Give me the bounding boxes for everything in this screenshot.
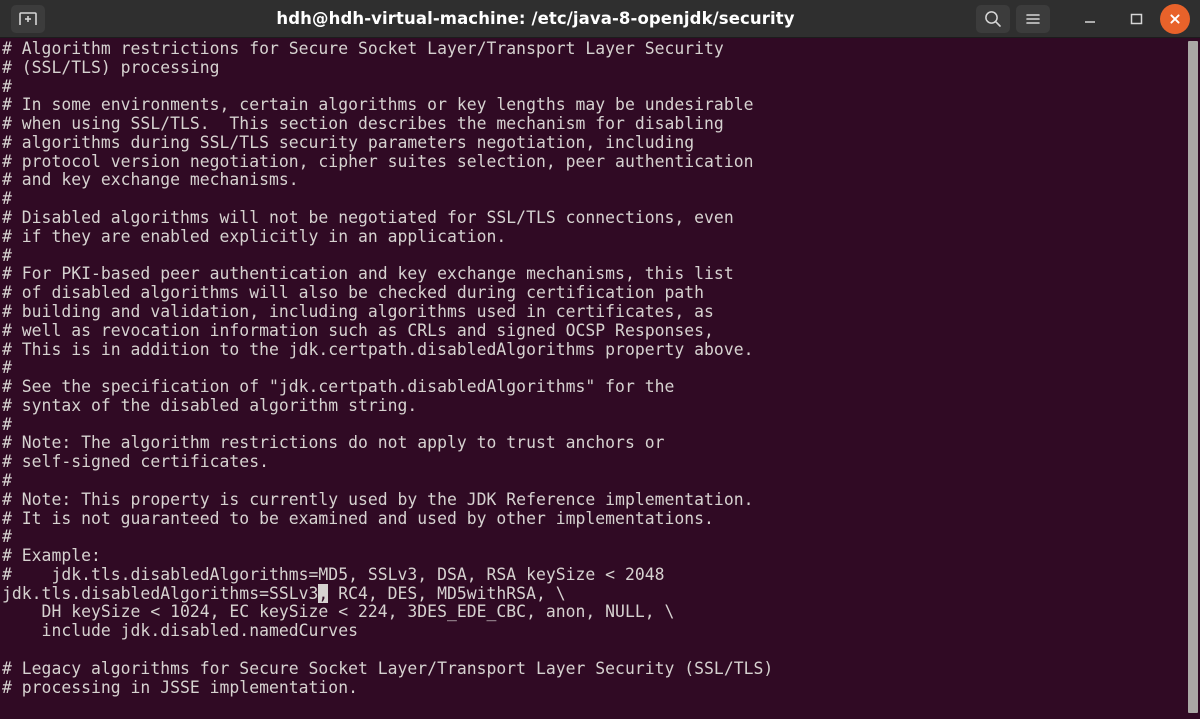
terminal-scrollbar-thumb[interactable] bbox=[1188, 41, 1198, 713]
minimize-button[interactable] bbox=[1072, 4, 1108, 34]
terminal-line: # protocol version negotiation, cipher s… bbox=[2, 151, 754, 171]
terminal-line: # (SSL/TLS) processing bbox=[2, 57, 220, 77]
terminal-line: # bbox=[2, 189, 12, 209]
close-button[interactable] bbox=[1160, 3, 1190, 34]
terminal-line: # self-signed certificates. bbox=[2, 452, 269, 472]
terminal-line: # if they are enabled explicitly in an a… bbox=[2, 226, 507, 246]
terminal-line: # For PKI-based peer authentication and … bbox=[2, 264, 734, 284]
terminal-line: # Note: The algorithm restrictions do no… bbox=[2, 433, 665, 453]
terminal-line: # when using SSL/TLS. This section descr… bbox=[2, 114, 724, 134]
terminal-line: jdk.tls.disabledAlgorithms=SSLv3, RC4, D… bbox=[2, 583, 566, 603]
terminal-line: include jdk.disabled.namedCurves bbox=[2, 621, 358, 641]
terminal-line: # bbox=[2, 245, 12, 265]
terminal-line: # and key exchange mechanisms. bbox=[2, 170, 299, 190]
close-icon bbox=[1170, 13, 1180, 24]
terminal-line: # bbox=[2, 414, 12, 434]
terminal-content-area[interactable]: # Algorithm restrictions for Secure Sock… bbox=[0, 38, 1200, 719]
terminal-line: # Algorithm restrictions for Secure Sock… bbox=[2, 39, 724, 58]
terminal-window: hdh@hdh-virtual-machine: /etc/java-8-ope… bbox=[0, 0, 1200, 719]
minimize-icon bbox=[1085, 20, 1095, 23]
terminal-line: # bbox=[2, 527, 12, 547]
terminal-line: # bbox=[2, 358, 12, 378]
terminal-line: # processing in JSSE implementation. bbox=[2, 677, 358, 697]
maximize-button[interactable] bbox=[1118, 4, 1154, 34]
hamburger-menu-icon bbox=[1026, 13, 1040, 24]
new-tab-button[interactable] bbox=[11, 4, 45, 33]
terminal-line: # Example: bbox=[2, 546, 101, 566]
terminal-line: # Legacy algorithms for Secure Socket La… bbox=[2, 658, 774, 678]
terminal-scrollbar[interactable] bbox=[1186, 38, 1200, 719]
terminal-line: # Note: This property is currently used … bbox=[2, 489, 754, 509]
menu-button[interactable] bbox=[1016, 4, 1050, 33]
terminal-line: # bbox=[2, 470, 12, 490]
terminal-line: DH keySize < 1024, EC keySize < 224, 3DE… bbox=[2, 602, 675, 622]
terminal-line: # See the specification of "jdk.certpath… bbox=[2, 377, 675, 397]
terminal-line: # In some environments, certain algorith… bbox=[2, 95, 754, 115]
terminal-line: # bbox=[2, 76, 12, 96]
terminal-line: # building and validation, including alg… bbox=[2, 301, 714, 321]
window-title: hdh@hdh-virtual-machine: /etc/java-8-ope… bbox=[276, 9, 795, 28]
terminal-line: # of disabled algorithms will also be ch… bbox=[2, 283, 705, 303]
terminal-line: # It is not guaranteed to be examined an… bbox=[2, 508, 714, 528]
search-button[interactable] bbox=[976, 4, 1010, 33]
maximize-icon bbox=[1130, 13, 1143, 24]
new-tab-icon bbox=[19, 11, 37, 25]
terminal-cursor: , bbox=[318, 583, 329, 603]
terminal-line: # well as revocation information such as… bbox=[2, 320, 714, 340]
terminal-line: # algorithms during SSL/TLS security par… bbox=[2, 132, 695, 152]
search-icon bbox=[985, 10, 1001, 27]
terminal-line: # Disabled algorithms will not be negoti… bbox=[2, 208, 734, 228]
window-titlebar: hdh@hdh-virtual-machine: /etc/java-8-ope… bbox=[0, 0, 1200, 38]
terminal-line: # This is in addition to the jdk.certpat… bbox=[2, 339, 754, 359]
terminal-line: # syntax of the disabled algorithm strin… bbox=[2, 395, 418, 415]
terminal-text: # Algorithm restrictions for Secure Sock… bbox=[2, 39, 774, 697]
terminal-line: # jdk.tls.disabledAlgorithms=MD5, SSLv3,… bbox=[2, 564, 665, 584]
